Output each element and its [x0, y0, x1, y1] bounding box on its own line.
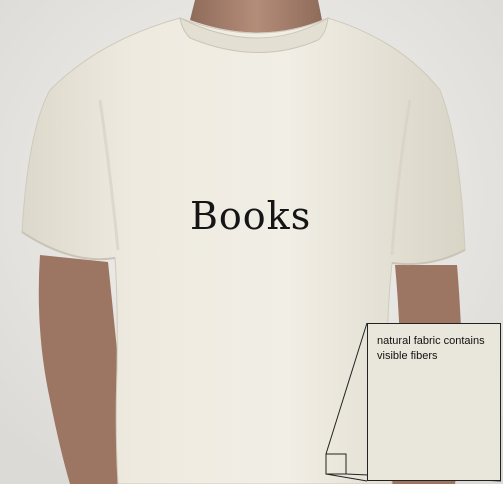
fabric-callout: natural fabric contains visible fibers — [367, 323, 501, 481]
fabric-callout-text: natural fabric contains visible fibers — [377, 335, 485, 362]
shirt-print-text: Books — [190, 194, 312, 238]
